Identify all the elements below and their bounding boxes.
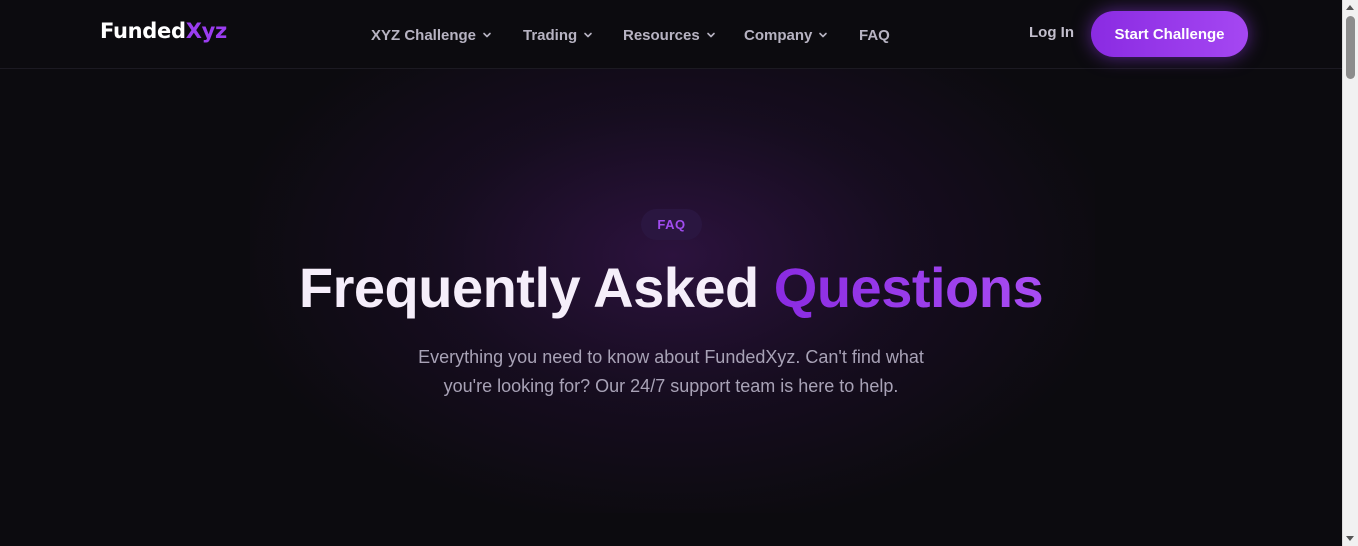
page-subtitle: Everything you need to know about Funded… xyxy=(371,343,971,401)
subtitle-line: Everything you need to know about Funded… xyxy=(418,347,924,367)
title-main: Frequently Asked xyxy=(298,256,759,319)
title-accent: Questions xyxy=(773,256,1044,319)
login-link[interactable]: Log In xyxy=(1029,24,1074,41)
scroll-down-icon[interactable] xyxy=(1346,536,1354,541)
scroll-up-icon[interactable] xyxy=(1346,5,1354,10)
nav-item-company[interactable]: Company xyxy=(744,24,828,46)
nav-item-label: FAQ xyxy=(859,26,890,44)
chevron-down-icon xyxy=(583,30,593,40)
logo-accent: Xyz xyxy=(185,19,228,43)
subtitle-line: you're looking for? Our 24/7 support tea… xyxy=(443,376,899,396)
logo[interactable]: FundedXyz xyxy=(100,19,227,43)
chevron-down-icon xyxy=(706,30,716,40)
section-badge: FAQ xyxy=(641,209,702,240)
page: FundedXyz XYZ Challenge Trading Resource… xyxy=(0,0,1342,546)
start-challenge-button[interactable]: Start Challenge xyxy=(1091,11,1248,57)
nav-item-resources[interactable]: Resources xyxy=(623,24,716,46)
nav-item-faq[interactable]: FAQ xyxy=(859,24,890,46)
page-title: Frequently Asked Questions xyxy=(0,253,1342,323)
site-header: FundedXyz XYZ Challenge Trading Resource… xyxy=(0,0,1342,69)
nav-item-label: XYZ Challenge xyxy=(371,26,477,44)
nav-item-label: Resources xyxy=(623,26,700,44)
logo-main: Funded xyxy=(100,19,186,43)
scrollbar-thumb[interactable] xyxy=(1346,16,1355,79)
nav-item-trading[interactable]: Trading xyxy=(523,24,593,46)
chevron-down-icon xyxy=(482,30,492,40)
nav-item-xyz-challenge[interactable]: XYZ Challenge xyxy=(371,24,492,46)
nav-item-label: Trading xyxy=(523,26,578,44)
nav-item-label: Company xyxy=(744,26,813,44)
chevron-down-icon xyxy=(818,30,828,40)
faq-hero: FAQ Frequently Asked Questions Everythin… xyxy=(0,69,1342,546)
vertical-scrollbar[interactable] xyxy=(1342,0,1358,546)
